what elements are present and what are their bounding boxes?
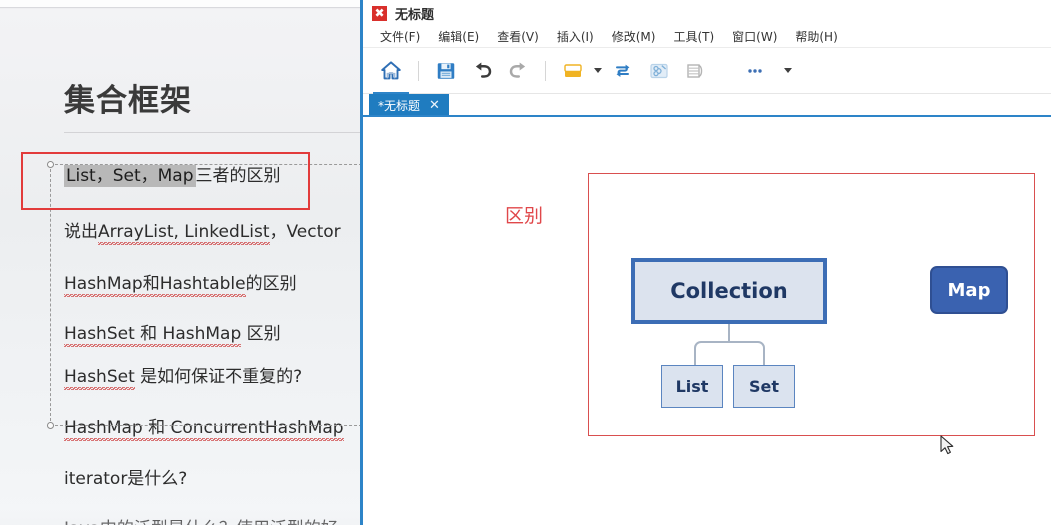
menu-edit[interactable]: 编辑(E): [429, 26, 488, 47]
tab-label: *无标题: [378, 99, 421, 113]
undo-icon: [475, 62, 491, 78]
tab-strip: *无标题 ✕: [363, 94, 1051, 117]
toolbar-layout[interactable]: [555, 53, 591, 89]
canvas-note-label: 区别: [505, 205, 544, 227]
textbox-selection-frame[interactable]: [47, 161, 360, 429]
slide-page: 集合框架 List，Set，Map 三者的区别 说出ArrayList, Link…: [0, 9, 360, 525]
page-title: 集合框架: [64, 83, 192, 119]
toolbar-save[interactable]: [428, 53, 464, 89]
xmind-window: ✖ 无标题 文件(F) 编辑(E) 查看(V) 插入(I) 修改(M) 工具(T…: [360, 0, 1051, 525]
menu-file[interactable]: 文件(F): [371, 26, 429, 47]
menu-insert[interactable]: 插入(I): [548, 26, 603, 47]
document-pane: 集合框架 List，Set，Map 三者的区别 说出ArrayList, Link…: [0, 0, 360, 525]
document-top-strip: [0, 0, 360, 8]
toolbar-separator: [545, 60, 546, 81]
list-item[interactable]: Java中的泛型是什么？使用泛型的好: [64, 514, 338, 525]
toolbar-undo[interactable]: [464, 53, 500, 89]
toolbar-separator: [418, 60, 419, 81]
toolbar-redo[interactable]: [500, 53, 536, 89]
menu-tools[interactable]: 工具(T): [664, 26, 723, 47]
resize-handle-bottom-left[interactable]: [47, 422, 54, 429]
relationship-icon: [650, 63, 668, 78]
xmind-logo-icon: ✖: [372, 5, 387, 21]
mouse-pointer-icon: [940, 435, 954, 455]
redo-icon: [509, 62, 525, 78]
toolbar-home[interactable]: [373, 53, 409, 89]
menu-modify[interactable]: 修改(M): [603, 26, 665, 47]
node-list[interactable]: List: [661, 365, 723, 408]
node-collection[interactable]: Collection: [631, 258, 827, 324]
home-icon: [381, 60, 401, 79]
screenshot-root: 集合框架 List，Set，Map 三者的区别 说出ArrayList, Link…: [0, 0, 1051, 525]
toolbar: [363, 48, 1051, 94]
chevron-down-icon: [594, 68, 602, 73]
toolbar-boundary[interactable]: [677, 53, 713, 89]
menu-window[interactable]: 窗口(W): [723, 26, 786, 47]
toolbar-structure[interactable]: [605, 53, 641, 89]
list-item-text: Java中的泛型是什么？使用泛型的好: [64, 519, 338, 525]
toolbar-layout-dropdown[interactable]: [591, 53, 605, 89]
layout-icon: [564, 63, 582, 77]
tab-underline: [363, 115, 1051, 117]
node-set[interactable]: Set: [733, 365, 795, 408]
toolbar-more[interactable]: [737, 53, 773, 89]
list-item[interactable]: iterator是什么?: [64, 464, 187, 489]
chevron-down-icon: [784, 68, 792, 73]
window-titlebar: ✖ 无标题: [363, 0, 1051, 26]
boundary-icon: [687, 63, 703, 78]
window-title: 无标题: [395, 7, 435, 23]
node-map[interactable]: Map: [930, 266, 1008, 314]
mindmap-canvas[interactable]: 区别 Collection Map List Set: [363, 120, 1051, 525]
toolbar-more-dropdown[interactable]: [781, 53, 795, 89]
more-icon: [748, 68, 762, 73]
save-icon: [437, 62, 455, 79]
list-item-text: iterator是什么?: [64, 469, 188, 489]
menu-view[interactable]: 查看(V): [488, 26, 548, 47]
swap-arrows-icon: [616, 64, 630, 77]
menu-help[interactable]: 帮助(H): [786, 26, 846, 47]
toolbar-relationship[interactable]: [641, 53, 677, 89]
tab-untitled[interactable]: *无标题 ✕: [369, 94, 449, 117]
menu-bar: 文件(F) 编辑(E) 查看(V) 插入(I) 修改(M) 工具(T) 窗口(W…: [363, 26, 1051, 48]
title-divider: [64, 132, 360, 133]
close-icon[interactable]: ✕: [429, 99, 440, 112]
resize-handle-top-left[interactable]: [47, 161, 54, 168]
